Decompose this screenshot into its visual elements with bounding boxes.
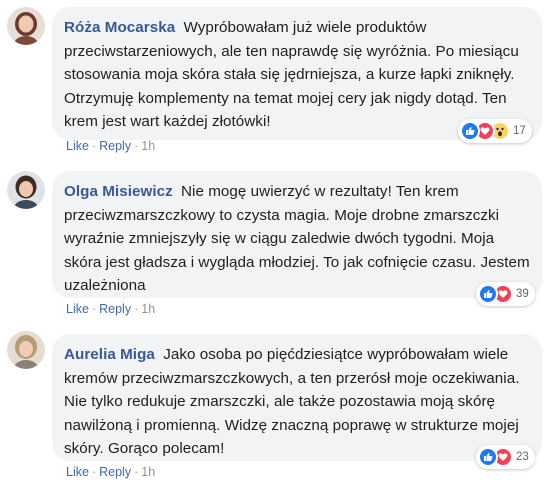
avatar[interactable] bbox=[7, 7, 45, 45]
like-icon bbox=[478, 447, 498, 467]
comment-author[interactable]: Aurelia Miga bbox=[64, 346, 155, 363]
separator: · bbox=[91, 302, 97, 316]
reaction-count: 23 bbox=[516, 451, 529, 463]
comment-bubble: Olga Misiewicz Nie mogę uwierzyć w rezul… bbox=[52, 171, 542, 298]
reply-button[interactable]: Reply bbox=[99, 465, 131, 479]
comment-actions: Like · Reply · 1h bbox=[66, 302, 155, 316]
timestamp[interactable]: 1h bbox=[141, 465, 155, 479]
reactions-summary[interactable]: 17 bbox=[458, 119, 532, 143]
separator: · bbox=[91, 465, 97, 479]
comment-author[interactable]: Róża Mocarska bbox=[64, 19, 175, 36]
avatar[interactable] bbox=[7, 331, 45, 369]
reactions-summary[interactable]: 23 bbox=[476, 445, 535, 469]
reaction-count: 39 bbox=[516, 288, 529, 300]
separator: · bbox=[134, 465, 139, 479]
avatar[interactable] bbox=[7, 171, 45, 209]
separator: · bbox=[134, 139, 139, 153]
like-icon bbox=[460, 121, 480, 141]
separator: · bbox=[91, 139, 97, 153]
comment-actions: Like · Reply · 1h bbox=[66, 465, 155, 479]
reply-button[interactable]: Reply bbox=[99, 302, 131, 316]
like-button[interactable]: Like bbox=[66, 302, 89, 316]
timestamp[interactable]: 1h bbox=[141, 139, 155, 153]
like-icon bbox=[478, 284, 498, 304]
comment-actions: Like · Reply · 1h bbox=[66, 139, 155, 153]
comment-bubble: Aurelia Miga Jako osoba po pięćdziesiątc… bbox=[52, 334, 542, 461]
reply-button[interactable]: Reply bbox=[99, 139, 131, 153]
like-button[interactable]: Like bbox=[66, 465, 89, 479]
timestamp[interactable]: 1h bbox=[141, 302, 155, 316]
reaction-count: 17 bbox=[513, 125, 526, 137]
like-button[interactable]: Like bbox=[66, 139, 89, 153]
reactions-summary[interactable]: 39 bbox=[476, 282, 535, 306]
comment-author[interactable]: Olga Misiewicz bbox=[64, 183, 173, 200]
separator: · bbox=[134, 302, 139, 316]
